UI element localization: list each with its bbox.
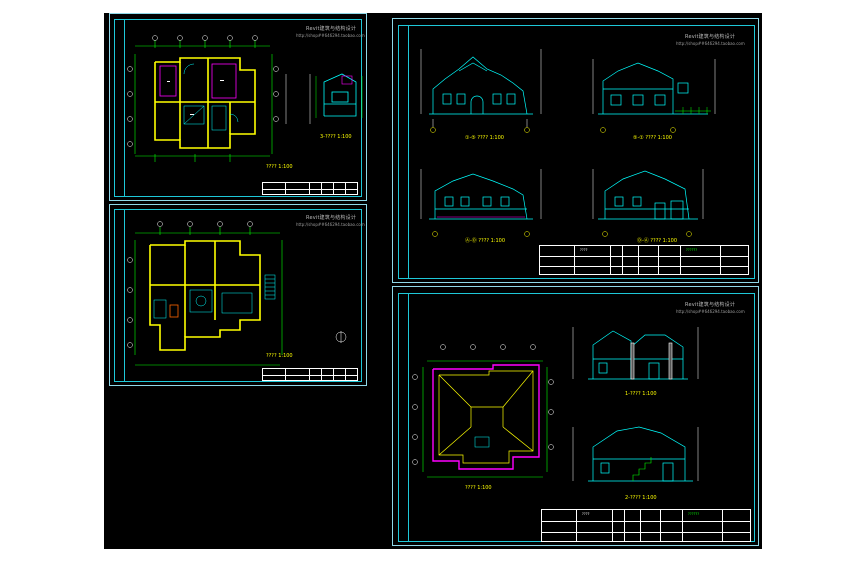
elevation-caption-2: ⑤-① ???? 1:100 <box>633 135 672 141</box>
sheet-roof-and-sections[interactable]: Revit建筑与结构设计 http://shop##646294.taobao.… <box>392 286 759 546</box>
elevation-caption-3: Ⓐ-Ⓓ ???? 1:100 <box>465 238 506 244</box>
left-gutter <box>0 0 104 562</box>
elevation-caption-1: ①-⑤ ???? 1:100 <box>465 135 504 141</box>
plan-caption: ???? 1:100 <box>266 164 293 170</box>
title-block-project-label: ?????? <box>688 512 700 516</box>
cad-model-space[interactable]: Revit建筑与结构设计 http://shop##646294.taobao.… <box>104 13 762 549</box>
roof-plan-caption: ???? 1:100 <box>465 485 492 491</box>
sheet-second-floor-plan[interactable]: Revit建筑与结构设计 http://shop##646294.taobao.… <box>109 13 367 201</box>
section-caption: 3-???? 1:100 <box>320 134 352 140</box>
title-block <box>262 368 358 381</box>
sheet-elevations[interactable]: Revit建筑与结构设计 http://shop##646294.taobao.… <box>392 18 759 283</box>
title-block: ???? ?????? <box>539 245 749 275</box>
title-block-drawing-label: ???? <box>580 248 588 252</box>
right-gutter <box>762 0 867 562</box>
title-block: ???? ?????? <box>541 509 751 542</box>
second-floor-plan-drawing <box>127 35 363 162</box>
elevation-caption-4: Ⓓ-Ⓐ ???? 1:100 <box>637 238 678 244</box>
roof-and-sections-drawing <box>412 327 699 482</box>
title-block-project-label: ?????? <box>686 248 698 252</box>
sheet-ground-floor-plan[interactable]: Revit建筑与结构设计 http://shop##646294.taobao.… <box>109 204 367 386</box>
ground-floor-plan-drawing <box>127 221 347 366</box>
section-caption-1: 1-???? 1:100 <box>625 391 657 397</box>
plan-caption: ???? 1:100 <box>266 353 293 359</box>
title-block <box>262 182 358 195</box>
section-caption-2: 2-???? 1:100 <box>625 495 657 501</box>
title-block-drawing-label: ???? <box>582 512 590 516</box>
